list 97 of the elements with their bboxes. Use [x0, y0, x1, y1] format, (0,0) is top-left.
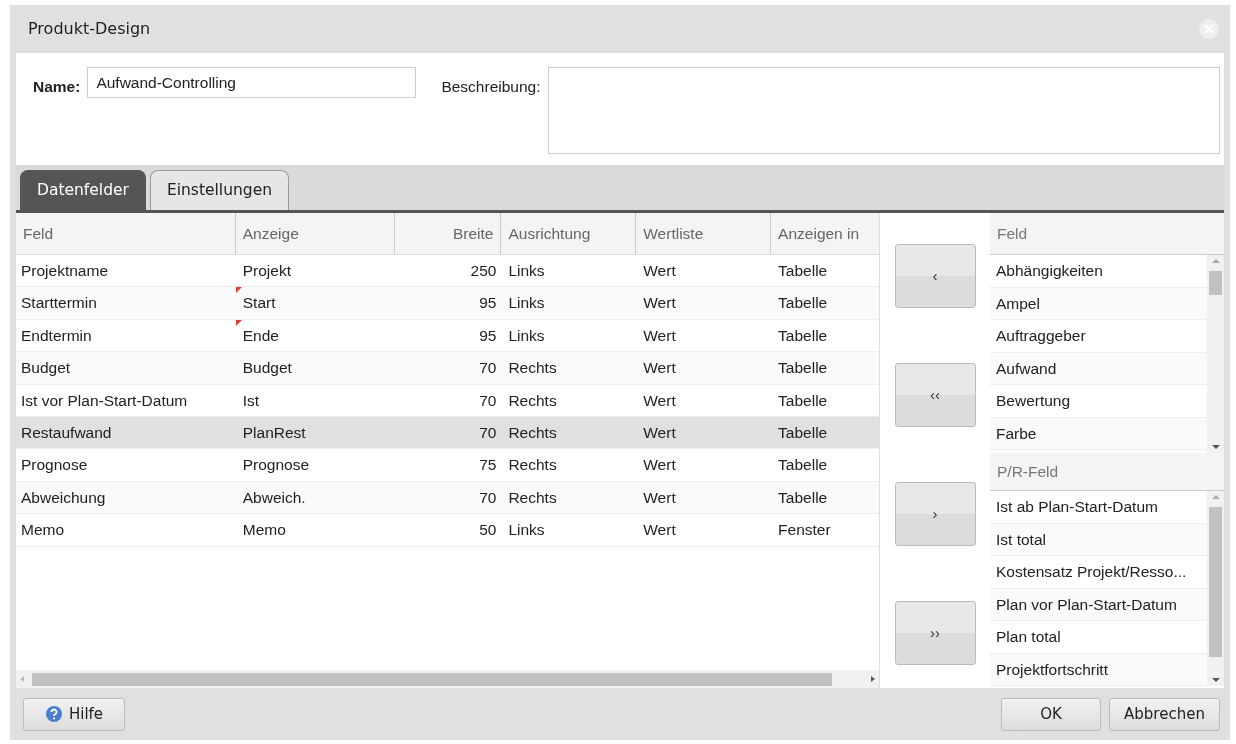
scrollbar-thumb[interactable] [1209, 507, 1222, 657]
table-cell-text: 95 [479, 325, 497, 346]
transfer-button[interactable]: ‹ [894, 244, 976, 308]
table-cell-text: 250 [470, 261, 497, 282]
table-row[interactable]: Abweichung Abweich. 70 Rechts Wert Tabelle [16, 481, 879, 515]
table-cell-text: Wert [643, 423, 676, 443]
scrollbar-thumb[interactable] [32, 672, 832, 686]
name-field[interactable]: Aufwand-Controlling [87, 67, 417, 98]
table-cell-text: Wert [643, 358, 676, 379]
list-header: Feld [990, 213, 1224, 255]
cancel-button[interactable]: Abbrechen [1109, 697, 1220, 731]
transfer-button[interactable]: ‹‹ [894, 363, 976, 427]
scrollbar-thumb[interactable] [1209, 271, 1222, 295]
list-item[interactable]: Plan vor Plan-Start-Datum [990, 588, 1207, 621]
table-cell-text: Rechts [508, 487, 557, 508]
table-cell-text: 70 [479, 390, 497, 411]
table-cell-text: Restaufwand [21, 423, 112, 443]
vertical-scrollbar[interactable] [1207, 255, 1224, 453]
table-cell-text: Starttermin [21, 293, 97, 314]
table-cell-text: Budget [21, 358, 71, 379]
table-cell-text: 95 [479, 293, 497, 314]
column-header[interactable]: Anzeigen in [771, 213, 879, 254]
table-cell-text: Links [508, 261, 545, 282]
table-cell-text: Budget [242, 358, 292, 379]
list-item[interactable]: Projektfortschritt [990, 653, 1207, 686]
horizontal-scrollbar[interactable] [16, 670, 879, 688]
table-cell-text: Wert [643, 455, 676, 476]
table-cell-text: Ist vor Plan-Start-Datum [21, 390, 188, 411]
table-cell-text: Links [508, 520, 545, 541]
column-header[interactable]: Wertliste [636, 213, 772, 254]
table-row[interactable]: Budget Budget 70 Rechts Wert Tabelle [16, 352, 879, 385]
field-label: Beschreibung: [441, 77, 541, 97]
column-header[interactable]: Breite [394, 213, 502, 254]
table-cell-text: Links [508, 325, 545, 346]
table-cell-text: Prognose [242, 455, 310, 476]
table-row[interactable]: Restaufwand PlanRest 70 Rechts Wert Tabelle [16, 416, 879, 450]
table-cell-text: Start [242, 293, 276, 314]
table-cell-text: Tabelle [778, 390, 828, 411]
list-header: P/R-Feld [990, 453, 1224, 491]
help-button[interactable]: Hilfe [23, 697, 125, 731]
table-cell-text: Tabelle [778, 325, 828, 346]
table-row[interactable]: Memo Memo 50 Links Wert Fenster [16, 514, 879, 547]
table-cell-text: Rechts [508, 358, 557, 379]
table-cell-text: Memo [242, 520, 286, 541]
table-cell-text: Wert [643, 487, 676, 508]
table-cell-text: 50 [479, 520, 497, 541]
window-title: Produkt-Design [28, 18, 151, 40]
table-cell-text: Tabelle [778, 261, 828, 282]
transfer-button[interactable]: ›› [894, 601, 976, 665]
table-cell-text: Wert [643, 293, 676, 314]
list-item[interactable]: Farbe [990, 417, 1207, 450]
ok-button[interactable]: OK [1001, 697, 1101, 731]
transfer-button[interactable]: › [894, 482, 976, 546]
table-cell-text: Rechts [508, 423, 557, 443]
table-cell-text: Rechts [508, 390, 557, 411]
table-cell-text: Wert [643, 261, 676, 282]
table-row[interactable]: Starttermin Start 95 Links Wert Tabelle [16, 287, 879, 320]
table-cell-text: Tabelle [778, 293, 828, 314]
table-cell-text: Projektname [21, 261, 108, 282]
table-cell-text: Prognose [21, 455, 88, 476]
table-cell-text: Tabelle [778, 455, 828, 476]
table-cell-text: Tabelle [778, 487, 828, 508]
list-item[interactable]: Ampel [990, 287, 1207, 320]
help-icon [44, 705, 63, 723]
table-cell-text: Memo [21, 520, 65, 541]
table-cell-text: Tabelle [778, 358, 828, 379]
tab[interactable]: Datenfelder [20, 170, 146, 210]
table-cell-text: Wert [643, 390, 676, 411]
table-cell-text: Links [508, 293, 545, 314]
table-cell-text: Rechts [508, 455, 557, 476]
list-item[interactable]: Ist total [990, 523, 1207, 556]
table-cell-text: Ende [242, 325, 279, 346]
table-cell-text: Fenster [778, 520, 831, 541]
table-cell-text: Abweichung [21, 487, 106, 508]
table-cell-text: 70 [479, 423, 497, 443]
table-row[interactable]: Prognose Prognose 75 Rechts Wert Tabelle [16, 449, 879, 482]
field-label: Name: [33, 77, 81, 97]
table-cell-text: Tabelle [778, 423, 828, 443]
table-cell-text: Projekt [242, 261, 291, 282]
table-cell-text: 70 [479, 358, 497, 379]
table-row[interactable]: Ist vor Plan-Start-Datum Ist 70 Rechts Wert Tabelle [16, 384, 879, 417]
column-header[interactable]: Anzeige [235, 213, 395, 254]
table-cell-text: 75 [479, 455, 497, 476]
table-cell-text: Ist [242, 390, 260, 411]
description-field[interactable] [548, 67, 1220, 154]
column-header[interactable]: Feld [16, 213, 236, 254]
table-cell-text: Abweich. [242, 487, 306, 508]
column-header[interactable]: Ausrichtung [501, 213, 637, 254]
vertical-scrollbar[interactable] [1207, 491, 1224, 686]
table-cell-text: Wert [643, 520, 676, 541]
table-cell-text: PlanRest [242, 423, 306, 443]
table-cell-text: 70 [479, 487, 497, 508]
close-icon[interactable] [1198, 18, 1220, 40]
table-cell-text: Endtermin [21, 325, 92, 346]
list-item[interactable]: Aufwand [990, 352, 1207, 385]
table-cell-text: Wert [643, 325, 676, 346]
tab[interactable]: Einstellungen [149, 170, 289, 210]
